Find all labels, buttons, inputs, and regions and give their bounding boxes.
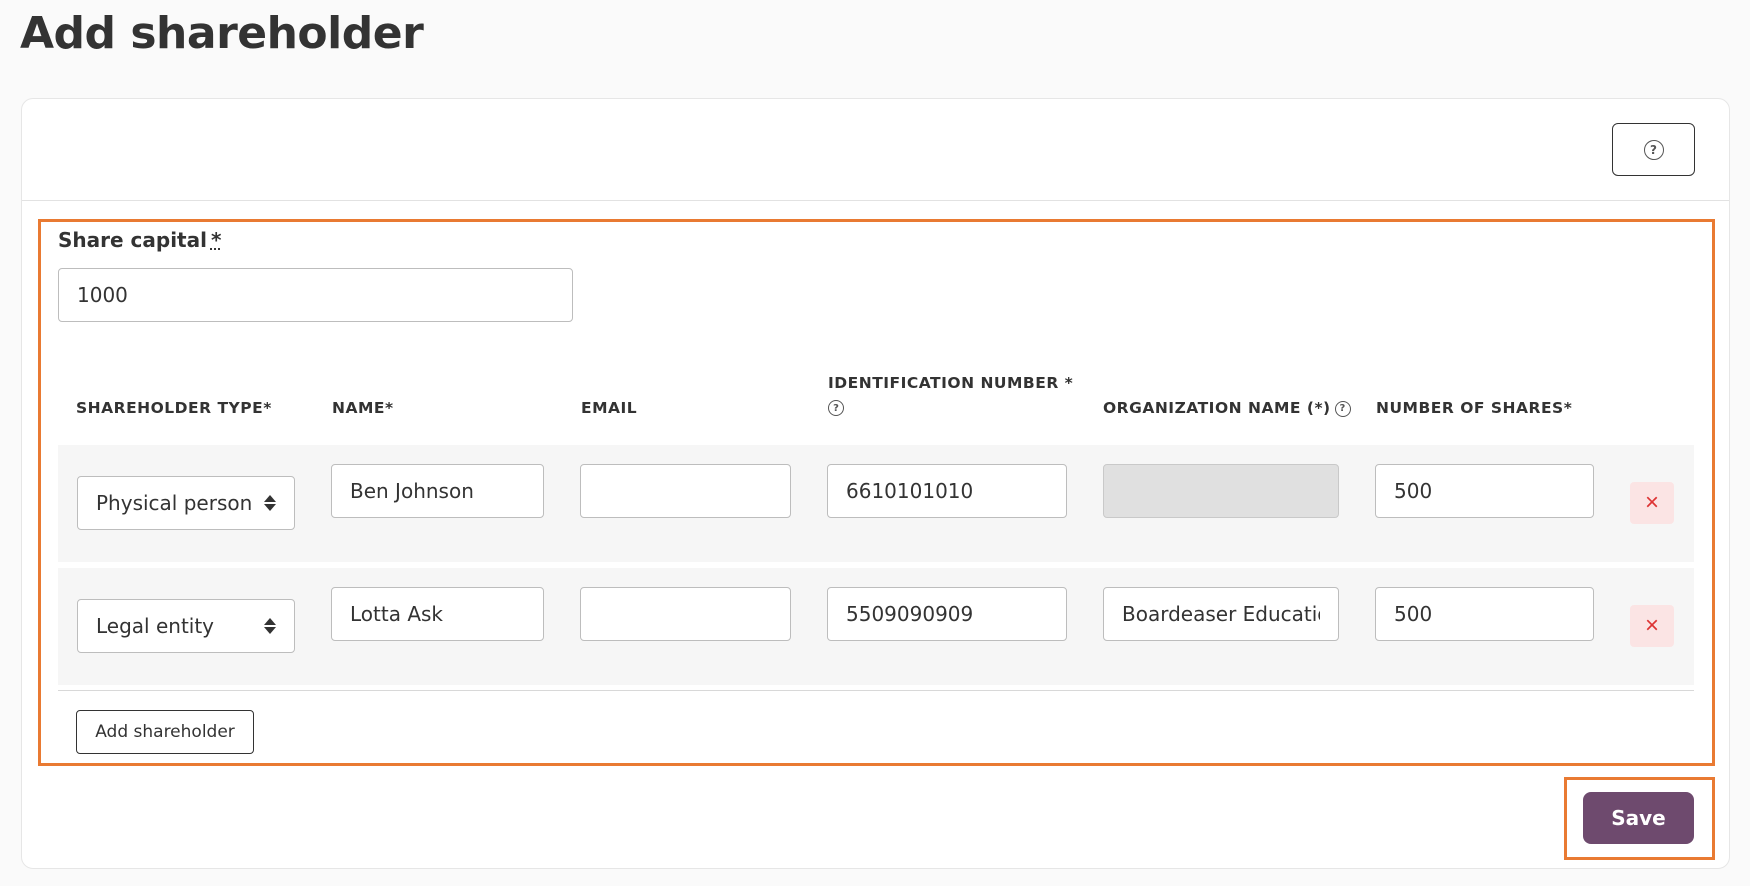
- column-header-shareholder-type: SHAREHOLDER TYPE*: [76, 399, 272, 417]
- share-capital-input[interactable]: [58, 268, 573, 322]
- divider: [58, 690, 1694, 691]
- column-header-identification-number: IDENTIFICATION NUMBER *: [828, 374, 1074, 392]
- number-of-shares-input[interactable]: [1375, 464, 1594, 518]
- share-capital-label: Share capital *: [58, 228, 222, 252]
- name-input[interactable]: [331, 587, 544, 641]
- organization-name-input[interactable]: [1103, 587, 1339, 641]
- column-header-name: NAME*: [332, 399, 394, 417]
- organization-help-icon[interactable]: ?: [1334, 400, 1351, 417]
- save-button[interactable]: Save: [1583, 792, 1694, 844]
- email-input[interactable]: [580, 587, 791, 641]
- required-marker: *: [210, 228, 222, 252]
- add-shareholder-button[interactable]: Add shareholder: [76, 710, 254, 754]
- column-header-organization-name: ORGANIZATION NAME (*)?: [1103, 399, 1351, 417]
- organization-name-input: [1103, 464, 1339, 518]
- close-icon: ×: [1644, 612, 1659, 639]
- shareholder-type-select[interactable]: Legal entity: [77, 599, 295, 653]
- help-button[interactable]: ?: [1612, 123, 1695, 176]
- select-arrows-icon: [264, 495, 276, 511]
- identification-help-icon[interactable]: ?: [828, 400, 844, 416]
- card-header: ?: [22, 99, 1729, 201]
- question-circle-icon: ?: [1643, 139, 1664, 160]
- shareholder-type-select[interactable]: Physical person: [77, 476, 295, 530]
- shareholder-type-value: Physical person: [96, 491, 253, 515]
- remove-shareholder-button[interactable]: ×: [1630, 605, 1674, 647]
- close-icon: ×: [1644, 489, 1659, 516]
- name-input[interactable]: [331, 464, 544, 518]
- select-arrows-icon: [264, 618, 276, 634]
- shareholder-type-value: Legal entity: [96, 614, 215, 638]
- number-of-shares-input[interactable]: [1375, 587, 1594, 641]
- identification-number-input[interactable]: [827, 587, 1067, 641]
- remove-shareholder-button[interactable]: ×: [1630, 482, 1674, 524]
- identification-number-input[interactable]: [827, 464, 1067, 518]
- page-title: Add shareholder: [20, 8, 424, 59]
- column-header-email: EMAIL: [581, 399, 638, 417]
- email-input[interactable]: [580, 464, 791, 518]
- column-header-number-of-shares: NUMBER OF SHARES*: [1376, 399, 1573, 417]
